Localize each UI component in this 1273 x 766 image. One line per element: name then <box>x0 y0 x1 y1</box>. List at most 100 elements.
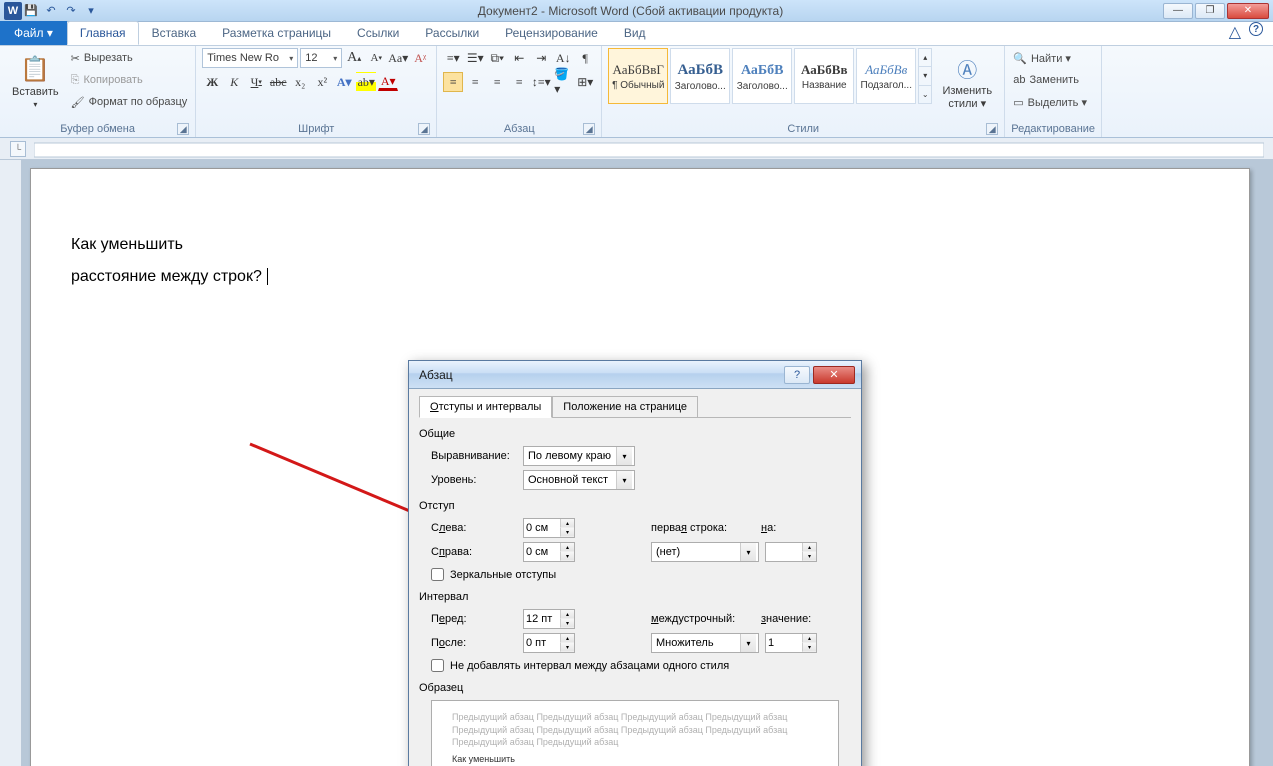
dialog-close-button[interactable]: ✕ <box>813 366 855 384</box>
clipboard-launcher[interactable]: ◢ <box>177 123 189 135</box>
grow-font-button[interactable]: A▴ <box>344 48 364 68</box>
font-color-button[interactable]: A▾ <box>378 74 398 91</box>
redo-icon[interactable]: ↷ <box>62 2 80 20</box>
paste-button[interactable]: 📋 Вставить ▾ <box>6 48 65 116</box>
copy-button[interactable]: ⎘Копировать <box>69 70 190 90</box>
legend-spacing: Интервал <box>419 591 851 603</box>
sort-button[interactable]: A↓ <box>553 48 573 68</box>
after-label: После: <box>431 637 517 649</box>
cut-button[interactable]: ✂Вырезать <box>69 48 190 68</box>
change-case-button[interactable]: Aa▾ <box>388 48 408 68</box>
borders-button[interactable]: ⊞▾ <box>575 72 595 92</box>
tab-review[interactable]: Рецензирование <box>492 21 611 45</box>
align-center-button[interactable]: ≡ <box>465 72 485 92</box>
highlight-button[interactable]: ab▾ <box>356 72 376 92</box>
section-spacing: Интервал Перед: ▴▾ междустрочный: значен… <box>419 591 851 672</box>
tab-insert[interactable]: Вставка <box>139 21 210 45</box>
text-effects-button[interactable]: A▾ <box>334 72 354 92</box>
align-left-button[interactable]: ≡ <box>443 72 463 92</box>
help-icon[interactable]: ? <box>1249 22 1263 36</box>
save-icon[interactable]: 💾 <box>22 2 40 20</box>
clear-formatting-button[interactable]: Aᵡ <box>410 48 430 68</box>
change-styles-button[interactable]: Ⓐ Изменить стили ▾ <box>936 48 998 116</box>
line-spacing-at-spin[interactable]: ▴▾ <box>765 633 817 653</box>
bullets-button[interactable]: ≡▾ <box>443 48 463 68</box>
shading-button[interactable]: 🪣▾ <box>553 72 573 92</box>
qat-customize-icon[interactable]: ▾ <box>82 2 100 20</box>
find-button[interactable]: 🔍Найти ▾ <box>1011 48 1089 68</box>
group-editing: 🔍Найти ▾ abЗаменить ▭Выделить ▾ Редактир… <box>1005 46 1102 137</box>
find-icon: 🔍 <box>1013 52 1027 65</box>
tab-file[interactable]: Файл ▾ <box>0 21 67 45</box>
select-button[interactable]: ▭Выделить ▾ <box>1011 92 1089 112</box>
italic-button[interactable]: К <box>224 72 244 92</box>
minimize-ribbon-icon[interactable]: △ <box>1229 22 1241 42</box>
style-subtitle[interactable]: АаБбВвПодзагол... <box>856 48 916 104</box>
tab-line-page-breaks[interactable]: Положение на странице <box>552 396 698 418</box>
first-line-by-spin[interactable]: ▴▾ <box>765 542 817 562</box>
style-scroll-up[interactable]: ▴ <box>919 49 931 66</box>
replace-button[interactable]: abЗаменить <box>1011 70 1089 90</box>
dialog-help-button[interactable]: ? <box>784 366 810 384</box>
styles-launcher[interactable]: ◢ <box>986 123 998 135</box>
minimize-button[interactable]: — <box>1163 3 1193 19</box>
dialog-titlebar[interactable]: Абзац ? ✕ <box>409 361 861 389</box>
alignment-combo[interactable]: По левому краю▾ <box>523 446 635 466</box>
close-button[interactable]: ✕ <box>1227 3 1269 19</box>
increase-indent-button[interactable]: ⇥ <box>531 48 551 68</box>
horizontal-ruler[interactable]: └ <box>0 138 1273 160</box>
group-font: Times New Ro▾ 12▾ A▴ A▾ Aa▾ Aᵡ Ж К Ч▾ ab… <box>196 46 437 137</box>
style-title[interactable]: АаБбВвНазвание <box>794 48 854 104</box>
bold-button[interactable]: Ж <box>202 72 222 92</box>
line-spacing-button[interactable]: ↕≡▾ <box>531 72 551 92</box>
underline-button[interactable]: Ч▾ <box>246 72 266 92</box>
preview-box: Предыдущий абзац Предыдущий абзац Предыд… <box>431 700 839 766</box>
spacing-before-spin[interactable]: ▴▾ <box>523 609 575 629</box>
outline-level-combo[interactable]: Основной текст▾ <box>523 470 635 490</box>
paragraph-launcher[interactable]: ◢ <box>583 123 595 135</box>
maximize-button[interactable]: ❐ <box>1195 3 1225 19</box>
decrease-indent-button[interactable]: ⇤ <box>509 48 529 68</box>
styles-gallery[interactable]: АаБбВвГ¶ Обычный АаБбВЗаголово... АаБбВЗ… <box>608 48 932 104</box>
tab-page-layout[interactable]: Разметка страницы <box>209 21 344 45</box>
show-marks-button[interactable]: ¶ <box>575 48 595 68</box>
tab-view[interactable]: Вид <box>611 21 659 45</box>
numbering-button[interactable]: ☰▾ <box>465 48 485 68</box>
style-scroll-down[interactable]: ▾ <box>919 66 931 84</box>
style-more[interactable]: ⌄ <box>919 85 931 103</box>
select-icon: ▭ <box>1013 96 1023 109</box>
indent-left-spin[interactable]: ▴▾ <box>523 518 575 538</box>
group-styles-label: Стили <box>787 123 819 135</box>
tab-home[interactable]: Главная <box>67 21 139 45</box>
mirror-indents-checkbox[interactable]: Зеркальные отступы <box>431 568 851 581</box>
tab-mailings[interactable]: Рассылки <box>412 21 492 45</box>
first-line-combo[interactable]: (нет)▾ <box>651 542 759 562</box>
undo-icon[interactable]: ↶ <box>42 2 60 20</box>
vertical-ruler[interactable] <box>0 160 22 766</box>
tab-indents-spacing[interactable]: Отступы и интервалы <box>419 396 552 418</box>
style-heading2[interactable]: АаБбВЗаголово... <box>732 48 792 104</box>
spacing-after-spin[interactable]: ▴▾ <box>523 633 575 653</box>
subscript-button[interactable]: x₂ <box>290 72 310 92</box>
tab-references[interactable]: Ссылки <box>344 21 412 45</box>
at-label: значение: <box>761 613 821 625</box>
strike-button[interactable]: abc <box>268 72 288 92</box>
tab-selector[interactable]: └ <box>10 141 26 157</box>
justify-button[interactable]: ≡ <box>509 72 529 92</box>
line-spacing-combo[interactable]: Множитель▾ <box>651 633 759 653</box>
format-painter-button[interactable]: 🖌Формат по образцу <box>69 92 190 112</box>
style-heading1[interactable]: АаБбВЗаголово... <box>670 48 730 104</box>
font-name-combo[interactable]: Times New Ro▾ <box>202 48 298 68</box>
font-size-combo[interactable]: 12▾ <box>300 48 342 68</box>
multilevel-button[interactable]: ⧉▾ <box>487 48 507 68</box>
font-launcher[interactable]: ◢ <box>418 123 430 135</box>
superscript-button[interactable]: x² <box>312 72 332 92</box>
indent-right-spin[interactable]: ▴▾ <box>523 542 575 562</box>
paragraph-dialog: Абзац ? ✕ Отступы и интервалы Положение … <box>408 360 862 766</box>
style-normal[interactable]: АаБбВвГ¶ Обычный <box>608 48 668 104</box>
shrink-font-button[interactable]: A▾ <box>366 48 386 68</box>
dont-add-space-checkbox[interactable]: Не добавлять интервал между абзацами одн… <box>431 659 851 672</box>
document-area: Как уменьшить расстояние между строк? Аб… <box>0 160 1273 766</box>
line-spacing-label: междустрочный: <box>651 613 755 625</box>
align-right-button[interactable]: ≡ <box>487 72 507 92</box>
